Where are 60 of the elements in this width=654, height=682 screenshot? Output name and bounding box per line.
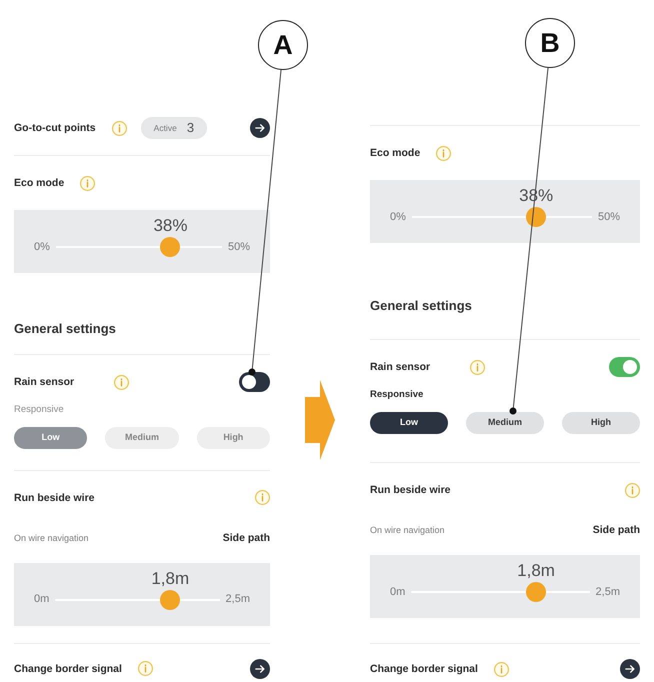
- setting-label: Eco mode: [370, 146, 420, 161]
- max-label: 2,5m: [596, 584, 620, 600]
- arrow-right-icon: [255, 124, 265, 132]
- setting-label: Rain sensor: [14, 375, 74, 390]
- slider-thumb[interactable]: [526, 207, 546, 227]
- setting-label: Run beside wire: [14, 490, 95, 506]
- forward-button[interactable]: [250, 658, 270, 679]
- min-label: 0%: [390, 210, 406, 225]
- info-icon[interactable]: [255, 490, 270, 506]
- count-text: 3: [186, 119, 194, 138]
- section-heading: General settings: [370, 297, 473, 315]
- slider-value: 38%: [153, 215, 188, 236]
- info-icon[interactable]: [470, 360, 485, 374]
- slider-track[interactable]: [56, 236, 222, 258]
- section-label: Responsive: [370, 388, 424, 402]
- slider-track[interactable]: [412, 206, 592, 228]
- slider-thumb[interactable]: [526, 582, 546, 602]
- info-icon[interactable]: [80, 176, 96, 191]
- slider-track[interactable]: [55, 588, 220, 611]
- mode-label: On wire navigation: [370, 524, 445, 538]
- forward-button[interactable]: [250, 118, 270, 138]
- callout-marker: A: [258, 20, 308, 70]
- option-button[interactable]: High: [562, 412, 640, 434]
- status-label: Active: [154, 122, 177, 134]
- mode-value: Side path: [222, 530, 270, 546]
- max-label: 50%: [228, 240, 250, 256]
- setting-label: Rain sensor: [370, 360, 430, 375]
- setting-label: Go-to-cut points: [14, 121, 96, 136]
- toggle-switch[interactable]: [609, 357, 640, 377]
- option-button[interactable]: Low: [370, 412, 448, 434]
- info-icon[interactable]: [138, 661, 153, 676]
- info-icon[interactable]: [625, 482, 640, 498]
- max-label: 2,5m: [226, 592, 250, 608]
- info-icon[interactable]: [494, 662, 509, 676]
- max-label: 50%: [598, 210, 620, 225]
- slider-value: 1,8m: [517, 560, 555, 581]
- slider-thumb[interactable]: [160, 237, 180, 258]
- section-heading: General settings: [14, 320, 117, 338]
- arrow-right-icon: [255, 664, 265, 673]
- slider-thumb[interactable]: [160, 590, 180, 610]
- info-icon[interactable]: [112, 120, 127, 136]
- mode-value: Side path: [592, 523, 640, 538]
- forward-button[interactable]: [620, 659, 640, 679]
- info-icon[interactable]: [114, 374, 129, 390]
- info-icon[interactable]: [436, 146, 452, 160]
- setting-label: Eco mode: [14, 176, 64, 192]
- mode-label: On wire navigation: [14, 532, 89, 545]
- setting-label: Change border signal: [370, 662, 478, 677]
- min-label: 0m: [34, 592, 50, 608]
- arrow-icon: [305, 380, 335, 460]
- setting-label: Change border signal: [14, 662, 122, 677]
- section-label: Responsive: [14, 403, 64, 418]
- setting-label: Run beside wire: [370, 483, 451, 498]
- option-button[interactable]: Medium: [466, 412, 544, 434]
- slider-value: 1,8m: [151, 568, 190, 589]
- arrow-right-icon: [625, 665, 635, 673]
- min-label: 0m: [390, 584, 406, 600]
- callout-marker: B: [525, 18, 575, 68]
- slider-track[interactable]: [411, 581, 590, 603]
- min-label: 0%: [34, 240, 50, 256]
